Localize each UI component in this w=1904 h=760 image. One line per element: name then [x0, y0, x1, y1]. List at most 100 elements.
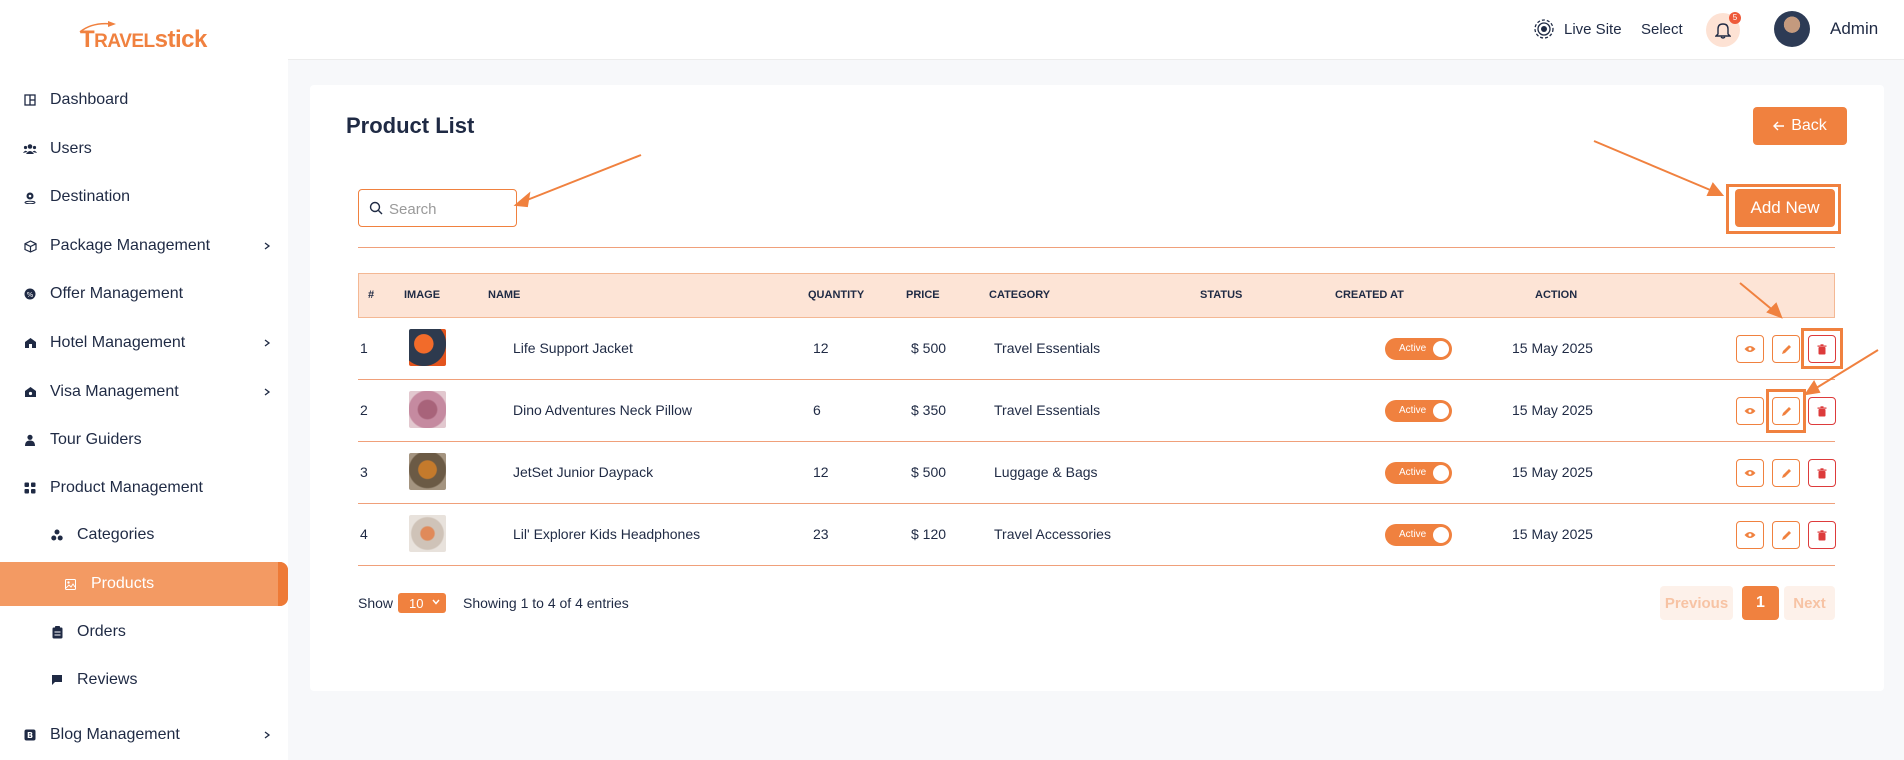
sidebar-item-tour-guiders[interactable]: Tour Guiders	[0, 418, 288, 462]
sidebar-item-dashboard[interactable]: Dashboard	[0, 78, 288, 122]
sidebar-item-users[interactable]: Users	[0, 127, 288, 171]
row-number: 3	[360, 464, 368, 480]
sidebar-item-label: Offer Management	[50, 285, 184, 302]
sidebar-item-label: Destination	[50, 188, 131, 205]
product-name: JetSet Junior Daypack	[513, 464, 654, 480]
view-button[interactable]	[1736, 459, 1764, 487]
status-toggle[interactable]: Active	[1385, 338, 1452, 360]
toggle-knob	[1433, 527, 1449, 543]
live-site-label: Live Site	[1564, 20, 1622, 38]
grid-icon	[23, 481, 37, 495]
next-page-button[interactable]: Next	[1784, 586, 1835, 620]
previous-page-button[interactable]: Previous	[1660, 586, 1733, 620]
chevron-down-icon	[432, 599, 440, 605]
product-image[interactable]	[409, 329, 446, 366]
view-button[interactable]	[1736, 335, 1764, 363]
live-site-link[interactable]: Live Site	[1534, 19, 1622, 39]
delete-button[interactable]	[1808, 397, 1836, 425]
delete-button[interactable]	[1808, 521, 1836, 549]
page-size-select[interactable]: 10	[398, 593, 446, 613]
divider	[358, 247, 1835, 248]
sidebar-item-product-management[interactable]: Product Management	[0, 466, 288, 510]
product-image[interactable]	[409, 515, 446, 552]
eye-icon	[1744, 532, 1756, 538]
status-toggle[interactable]: Active	[1385, 400, 1452, 422]
table-row: 4 Lil' Explorer Kids Headphones 23 $ 120…	[358, 504, 1836, 566]
language-select[interactable]: Select	[1641, 21, 1683, 38]
product-name: Lil' Explorer Kids Headphones	[513, 526, 701, 542]
product-price: $ 120	[911, 526, 947, 542]
product-category: Travel Essentials	[994, 340, 1101, 356]
sidebar-item-blog-management[interactable]: B Blog Management	[0, 713, 288, 757]
product-name: Life Support Jacket	[513, 340, 633, 356]
search-box[interactable]	[358, 189, 517, 227]
back-button[interactable]: Back	[1753, 107, 1847, 145]
created-at: 15 May 2025	[1512, 402, 1593, 418]
view-button[interactable]	[1736, 521, 1764, 549]
avatar[interactable]	[1774, 11, 1810, 47]
created-at: 15 May 2025	[1512, 526, 1593, 542]
arrow-left-icon	[1773, 121, 1785, 131]
hotel-icon	[23, 336, 37, 350]
sidebar-item-categories[interactable]: Categories	[0, 513, 288, 557]
user-name[interactable]: Admin	[1830, 19, 1878, 39]
search-icon	[369, 201, 383, 215]
status-toggle[interactable]: Active	[1385, 524, 1452, 546]
product-quantity: 6	[813, 402, 821, 418]
sidebar-item-visa-management[interactable]: Visa Management	[0, 370, 288, 414]
product-image[interactable]	[409, 391, 446, 428]
show-label: Show	[358, 595, 394, 611]
offer-icon: %	[23, 287, 37, 301]
edit-button[interactable]	[1772, 521, 1800, 549]
product-category: Luggage & Bags	[994, 464, 1098, 480]
page-size-value: 10	[409, 595, 424, 611]
sidebar-item-orders[interactable]: Orders	[0, 610, 288, 654]
product-image[interactable]	[409, 453, 446, 490]
row-number: 2	[360, 402, 368, 418]
trash-icon	[1817, 529, 1827, 540]
sidebar-item-destination[interactable]: Destination	[0, 175, 288, 219]
brand-name: TRAVELstick	[80, 26, 207, 53]
trash-icon	[1817, 405, 1827, 416]
eye-icon	[1744, 346, 1756, 352]
delete-button[interactable]	[1808, 459, 1836, 487]
view-button[interactable]	[1736, 397, 1764, 425]
toggle-knob	[1433, 403, 1449, 419]
product-quantity: 12	[813, 340, 829, 356]
sidebar-item-reviews[interactable]: Reviews	[0, 658, 288, 702]
sidebar-item-label: Tour Guiders	[50, 431, 142, 448]
page-1-button[interactable]: 1	[1742, 586, 1779, 620]
dashboard-icon	[23, 93, 37, 107]
box-icon	[23, 239, 37, 253]
notification-badge: 5	[1729, 12, 1741, 24]
travelstick-logo[interactable]: TRAVELstick	[78, 20, 213, 54]
status-toggle[interactable]: Active	[1385, 462, 1452, 484]
sidebar-item-products[interactable]: Products	[0, 562, 288, 606]
eye-icon	[1744, 470, 1756, 476]
sidebar-item-package-management[interactable]: Package Management	[0, 224, 288, 268]
person-icon	[23, 433, 37, 447]
status-label: Active	[1399, 405, 1427, 416]
created-at: 15 May 2025	[1512, 340, 1593, 356]
search-input[interactable]	[389, 198, 509, 220]
sidebar-item-hotel-management[interactable]: Hotel Management	[0, 321, 288, 365]
edit-button[interactable]	[1772, 335, 1800, 363]
edit-button[interactable]	[1772, 459, 1800, 487]
comment-icon	[50, 673, 64, 687]
back-label: Back	[1791, 117, 1827, 134]
sidebar-item-label: Dashboard	[50, 91, 129, 108]
notifications-button[interactable]: 5	[1706, 12, 1741, 47]
product-price: $ 500	[911, 340, 947, 356]
sidebar-item-offer-management[interactable]: % Offer Management	[0, 272, 288, 316]
row-number: 1	[360, 340, 368, 356]
created-at: 15 May 2025	[1512, 464, 1593, 480]
bell-icon	[1715, 23, 1731, 39]
column-header: CATEGORY	[989, 289, 1051, 301]
entries-info: Showing 1 to 4 of 4 entries	[463, 595, 629, 611]
pencil-icon	[1781, 344, 1791, 354]
add-new-button[interactable]: Add New	[1735, 189, 1835, 227]
chevron-right-icon	[264, 339, 271, 347]
delete-highlight	[1801, 328, 1843, 369]
row-number: 4	[360, 526, 368, 542]
column-header: ACTION	[1535, 289, 1578, 301]
